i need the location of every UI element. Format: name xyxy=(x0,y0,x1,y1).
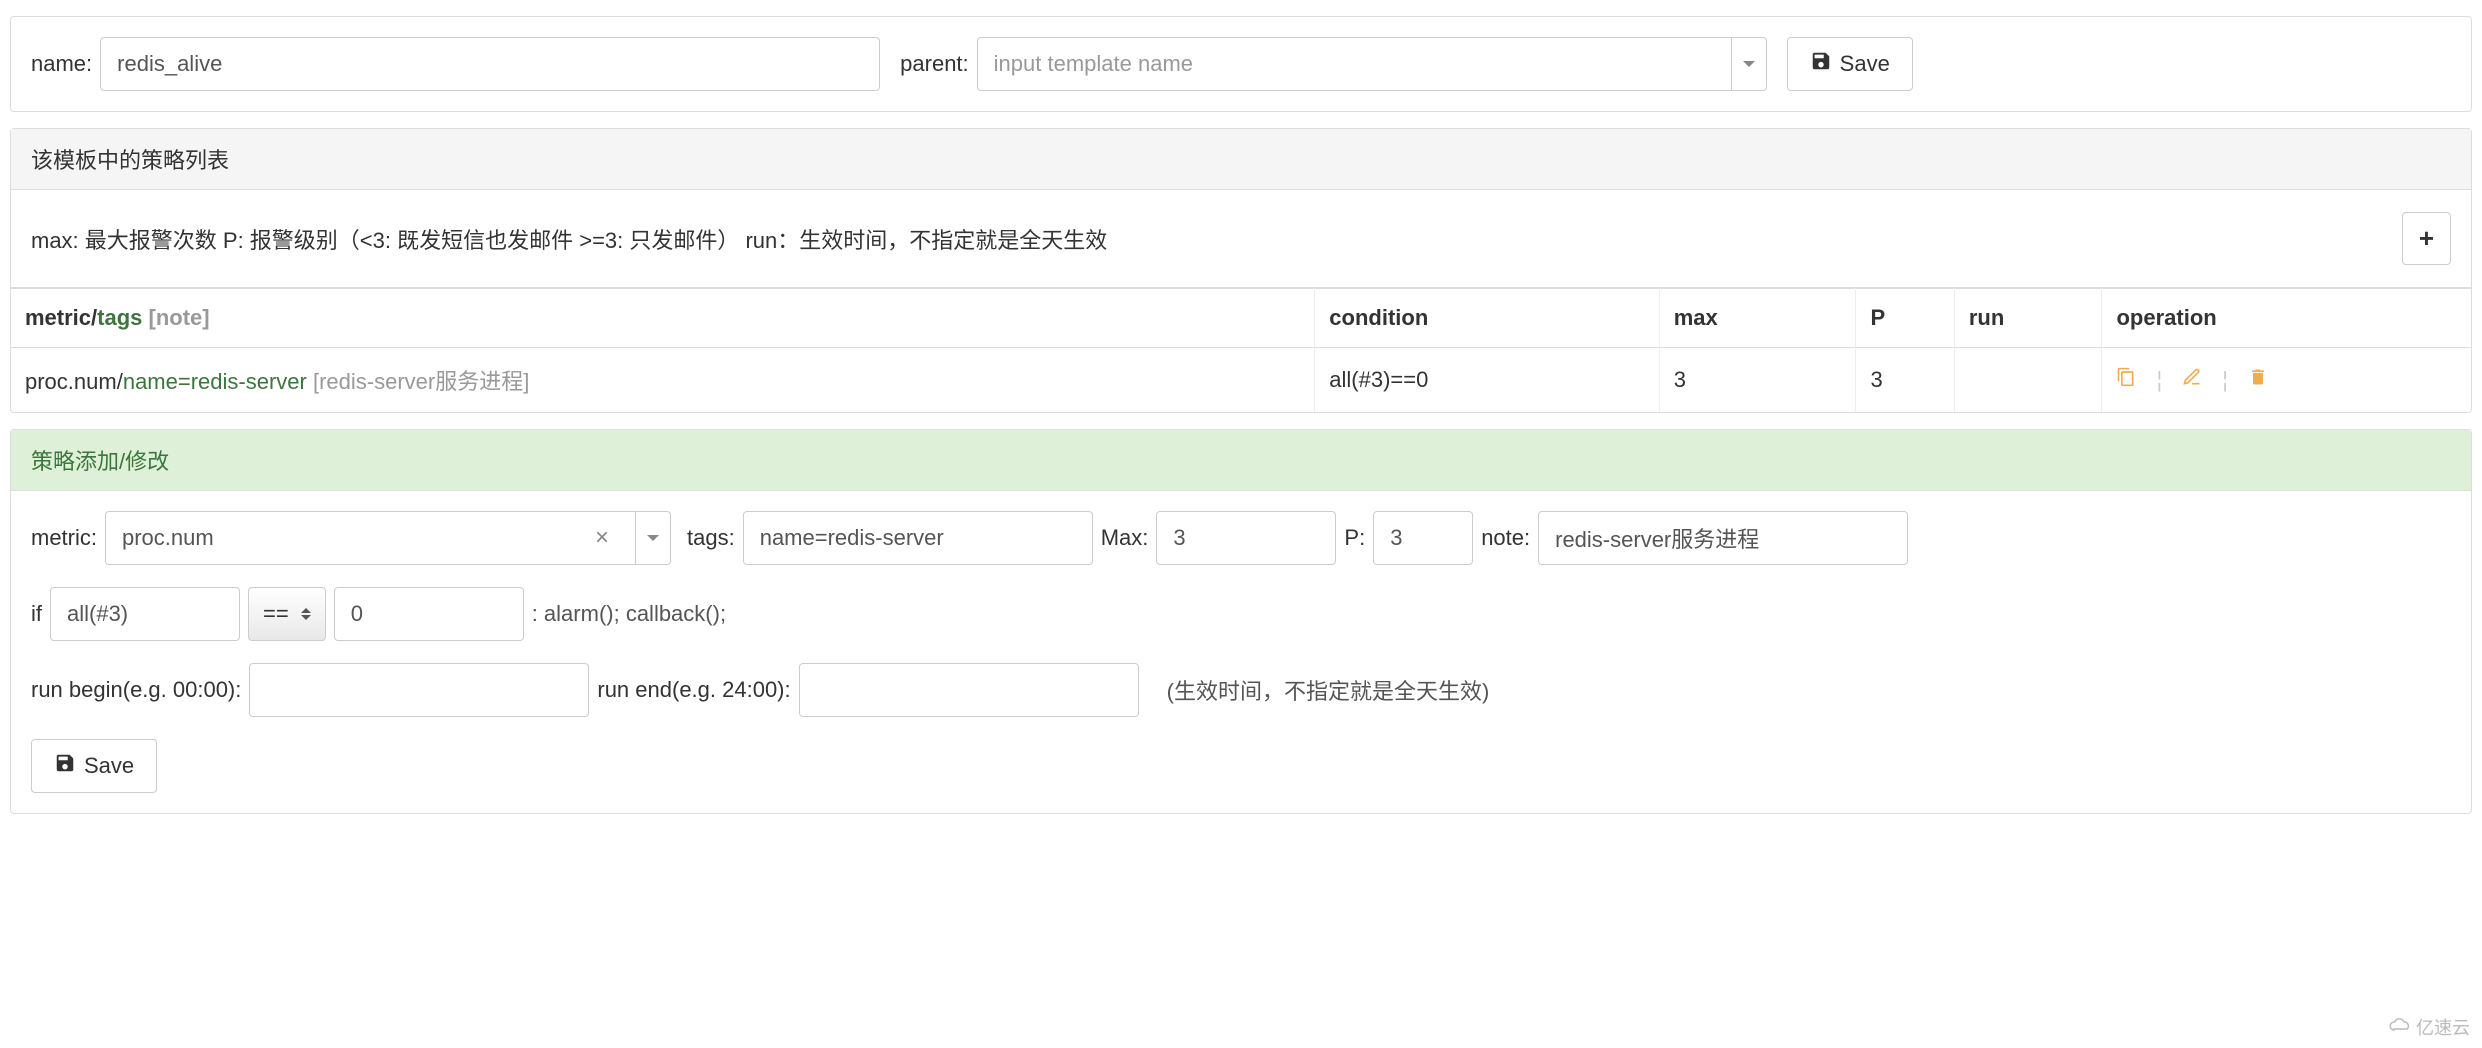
divider: ¦ xyxy=(2222,367,2228,393)
p-input[interactable] xyxy=(1373,511,1473,565)
strategy-form-heading: 策略添加/修改 xyxy=(11,430,2471,491)
cell-condition: all(#3)==0 xyxy=(1315,348,1659,413)
if-label: if xyxy=(31,601,42,627)
save-strategy-button[interactable]: Save xyxy=(31,739,157,793)
metric-label: metric: xyxy=(31,525,97,551)
save-button-label: Save xyxy=(1840,51,1890,77)
form-row-3: run begin(e.g. 00:00): run end(e.g. 24:0… xyxy=(31,663,2451,717)
delete-icon[interactable] xyxy=(2248,367,2268,393)
add-strategy-button[interactable]: + xyxy=(2402,212,2451,265)
metric-combo: × xyxy=(105,511,671,565)
form-row-2: if == : alarm(); callback(); xyxy=(31,587,2451,641)
table-row: proc.num/name=redis-server [redis-server… xyxy=(11,348,2471,413)
col-operation: operation xyxy=(2102,289,2471,348)
cloud-icon xyxy=(2388,1017,2412,1038)
save-button[interactable]: Save xyxy=(1787,37,1913,91)
form-row-1: metric: × tags: Max: P: note: xyxy=(31,511,2451,565)
strategy-table: metric/tags [note] condition max P run o… xyxy=(11,288,2471,412)
plus-icon: + xyxy=(2419,223,2434,254)
cell-metric: proc.num/name=redis-server [redis-server… xyxy=(11,348,1315,413)
p-label: P: xyxy=(1344,525,1365,551)
strategy-list-panel: 该模板中的策略列表 max: 最大报警次数 P: 报警级别（<3: 既发短信也发… xyxy=(10,128,2472,413)
strategy-info-text: max: 最大报警次数 P: 报警级别（<3: 既发短信也发邮件 >=3: 只发… xyxy=(31,223,1107,255)
save-strategy-label: Save xyxy=(84,753,134,779)
col-p: P xyxy=(1856,289,1954,348)
max-input[interactable] xyxy=(1156,511,1336,565)
operator-value: == xyxy=(263,601,289,627)
save-icon xyxy=(1810,50,1832,78)
run-begin-label: run begin(e.g. 00:00): xyxy=(31,677,241,703)
strategy-form-body: metric: × tags: Max: P: note: if == xyxy=(11,491,2471,813)
cell-operation: ¦ ¦ xyxy=(2102,348,2471,413)
max-label: Max: xyxy=(1101,525,1149,551)
divider: ¦ xyxy=(2156,367,2162,393)
tags-input[interactable] xyxy=(743,511,1093,565)
time-hint: (生效时间，不指定就是全天生效) xyxy=(1167,674,1490,706)
parent-input[interactable] xyxy=(977,37,1731,91)
parent-label: parent: xyxy=(900,51,969,77)
template-header-panel: name: parent: Save xyxy=(10,16,2472,112)
strategy-list-heading: 该模板中的策略列表 xyxy=(11,129,2471,190)
col-metric: metric/tags [note] xyxy=(11,289,1315,348)
strategy-form-panel: 策略添加/修改 metric: × tags: Max: P: note: if… xyxy=(10,429,2472,814)
name-input[interactable] xyxy=(100,37,880,91)
save-icon xyxy=(54,752,76,780)
note-label: note: xyxy=(1481,525,1530,551)
run-end-input[interactable] xyxy=(799,663,1139,717)
metric-input[interactable] xyxy=(105,511,635,565)
parent-select[interactable] xyxy=(977,37,1767,91)
strategy-info-row: max: 最大报警次数 P: 报警级别（<3: 既发短信也发邮件 >=3: 只发… xyxy=(11,190,2471,288)
col-run: run xyxy=(1954,289,2102,348)
tags-label: tags: xyxy=(687,525,735,551)
template-header-row: name: parent: Save xyxy=(11,17,2471,111)
form-row-4: Save xyxy=(31,739,2451,793)
chevron-down-icon[interactable] xyxy=(635,511,671,565)
chevron-down-icon[interactable] xyxy=(1731,37,1767,91)
alarm-callback-text: : alarm(); callback(); xyxy=(532,601,726,627)
sort-icon xyxy=(301,608,311,620)
copy-icon[interactable] xyxy=(2116,367,2136,393)
threshold-input[interactable] xyxy=(334,587,524,641)
cell-max: 3 xyxy=(1659,348,1856,413)
func-input[interactable] xyxy=(50,587,240,641)
name-label: name: xyxy=(31,51,92,77)
watermark: 亿速云 xyxy=(2388,1014,2470,1040)
col-condition: condition xyxy=(1315,289,1659,348)
run-begin-input[interactable] xyxy=(249,663,589,717)
operator-select[interactable]: == xyxy=(248,587,326,641)
cell-run xyxy=(1954,348,2102,413)
col-max: max xyxy=(1659,289,1856,348)
edit-icon[interactable] xyxy=(2182,367,2202,393)
cell-p: 3 xyxy=(1856,348,1954,413)
note-input[interactable] xyxy=(1538,511,1908,565)
run-end-label: run end(e.g. 24:00): xyxy=(597,677,790,703)
